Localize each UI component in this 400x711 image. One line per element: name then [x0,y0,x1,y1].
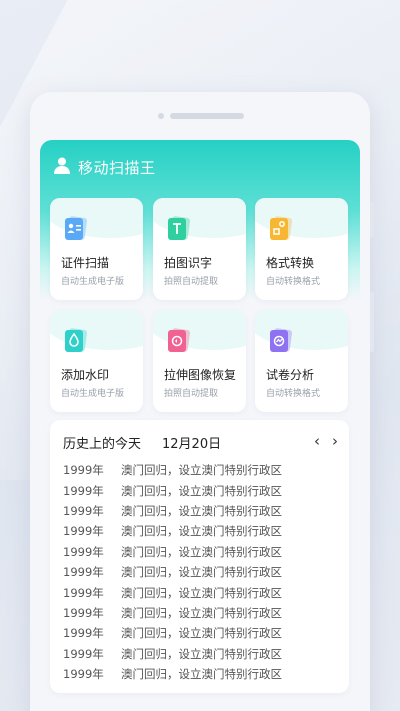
history-event-list: 1999年 澳门回归，设立澳门特别行政区 1999年 澳门回归，设立澳门特别行政区 19… [63,460,343,684]
tool-name: 格式转换 [266,256,315,270]
tool-tile-id-card[interactable]: 证件扫描自动生成电子版 [50,198,143,300]
event-year: 1999年 [63,503,104,518]
user-icon[interactable] [53,156,71,174]
event-text: 澳门回归，设立澳门特别行政区 [121,524,282,539]
event-text: 澳门回归，设立澳门特别行政区 [121,503,282,518]
id-card-icon [65,216,88,240]
history-event-row[interactable]: 1999年 澳门回归，设立澳门特别行政区 [63,542,343,562]
event-text: 澳门回归，设立澳门特别行政区 [121,667,282,682]
event-text: 澳门回归，设立澳门特别行政区 [121,585,282,600]
speaker-grille [170,113,244,119]
app-screen: 移动扫描王 证件扫描 自动生成电子版 拍图识字 拍照自动提取 格式转换 自动转换格式 添加水… [40,140,360,711]
phone-volume-button [370,202,374,238]
history-event-row[interactable]: 1999年 澳门回归，设立澳门特别行政区 [63,603,343,623]
text-recognition-icon [168,216,191,240]
event-year: 1999年 [63,585,104,600]
history-event-row[interactable]: 1999年 澳门回归，设立澳门特别行政区 [63,623,343,643]
event-year: 1999年 [63,646,104,661]
tool-tile-text-recognition[interactable]: 拍图识字拍照自动提取 [153,198,246,300]
event-text: 澳门回归，设立澳门特别行政区 [121,605,282,620]
history-event-row[interactable]: 1999年 澳门回归，设立澳门特别行政区 [63,480,343,500]
tool-description: 拍照自动提取 [164,389,219,399]
history-event-row[interactable]: 1999年 澳门回归，设立澳门特别行政区 [63,644,343,664]
tool-tile-watermark-drop[interactable]: 添加水印自动生成电子版 [50,310,143,412]
event-year: 1999年 [63,463,104,478]
event-text: 澳门回归，设立澳门特别行政区 [121,646,282,661]
history-event-row[interactable]: 1999年 澳门回归，设立澳门特别行政区 [63,582,343,602]
event-year: 1999年 [63,483,104,498]
event-text: 澳门回归，设立澳门特别行政区 [121,483,282,498]
event-text: 澳门回归，设立澳门特别行政区 [121,463,282,478]
format-convert-icon [270,216,293,240]
tool-name: 拍图识字 [164,256,213,270]
history-event-row[interactable]: 1999年 澳门回归，设立澳门特别行政区 [63,501,343,521]
tool-tile-exam-analysis[interactable]: 试卷分析自动转换格式 [255,310,348,412]
tool-tile-format-convert[interactable]: 格式转换自动转换格式 [255,198,348,300]
history-title: 历史上的今天 [63,437,142,452]
tool-name: 试卷分析 [266,368,315,382]
watermark-drop-icon [65,328,88,352]
history-event-row[interactable]: 1999年 澳门回归，设立澳门特别行政区 [63,460,343,480]
event-year: 1999年 [63,605,104,620]
event-text: 澳门回归，设立澳门特别行政区 [121,626,282,641]
history-event-row[interactable]: 1999年 澳门回归，设立澳门特别行政区 [63,562,343,582]
history-event-row[interactable]: 1999年 澳门回归，设立澳门特别行政区 [63,664,343,684]
phone-power-button [370,292,374,352]
tool-description: 自动转换格式 [266,389,321,399]
camera-dot [158,113,164,119]
image-restore-icon [168,328,191,352]
history-event-row[interactable]: 1999年 澳门回归，设立澳门特别行政区 [63,521,343,541]
phone-frame: 移动扫描王 证件扫描 自动生成电子版 拍图识字 拍照自动提取 格式转换 自动转换格式 添加水… [30,92,374,711]
history-date: 12月20日 [162,437,222,452]
exam-analysis-icon [270,328,293,352]
event-year: 1999年 [63,565,104,580]
event-year: 1999年 [63,626,104,641]
tool-name: 证件扫描 [61,256,110,270]
tool-name: 添加水印 [61,368,110,382]
tool-description: 自动生成电子版 [61,389,125,399]
event-year: 1999年 [63,544,104,559]
tool-name: 拉伸图像恢复 [164,368,237,382]
tool-tile-image-restore[interactable]: 拉伸图像恢复拍照自动提取 [153,310,246,412]
event-text: 澳门回归，设立澳门特别行政区 [121,544,282,559]
app-title: 移动扫描王 [78,159,156,177]
event-year: 1999年 [63,524,104,539]
tool-description: 自动生成电子版 [61,277,125,287]
event-text: 澳门回归，设立澳门特别行政区 [121,565,282,580]
tool-description: 自动转换格式 [266,277,321,287]
tool-description: 拍照自动提取 [164,277,219,287]
history-today-card: 历史上的今天 12月20日 ‹ › 1999年 澳门回归，设立澳门特别行政区 199… [50,420,349,693]
event-year: 1999年 [63,667,104,682]
next-day-button[interactable]: › [327,431,343,451]
prev-day-button[interactable]: ‹ [309,431,325,451]
